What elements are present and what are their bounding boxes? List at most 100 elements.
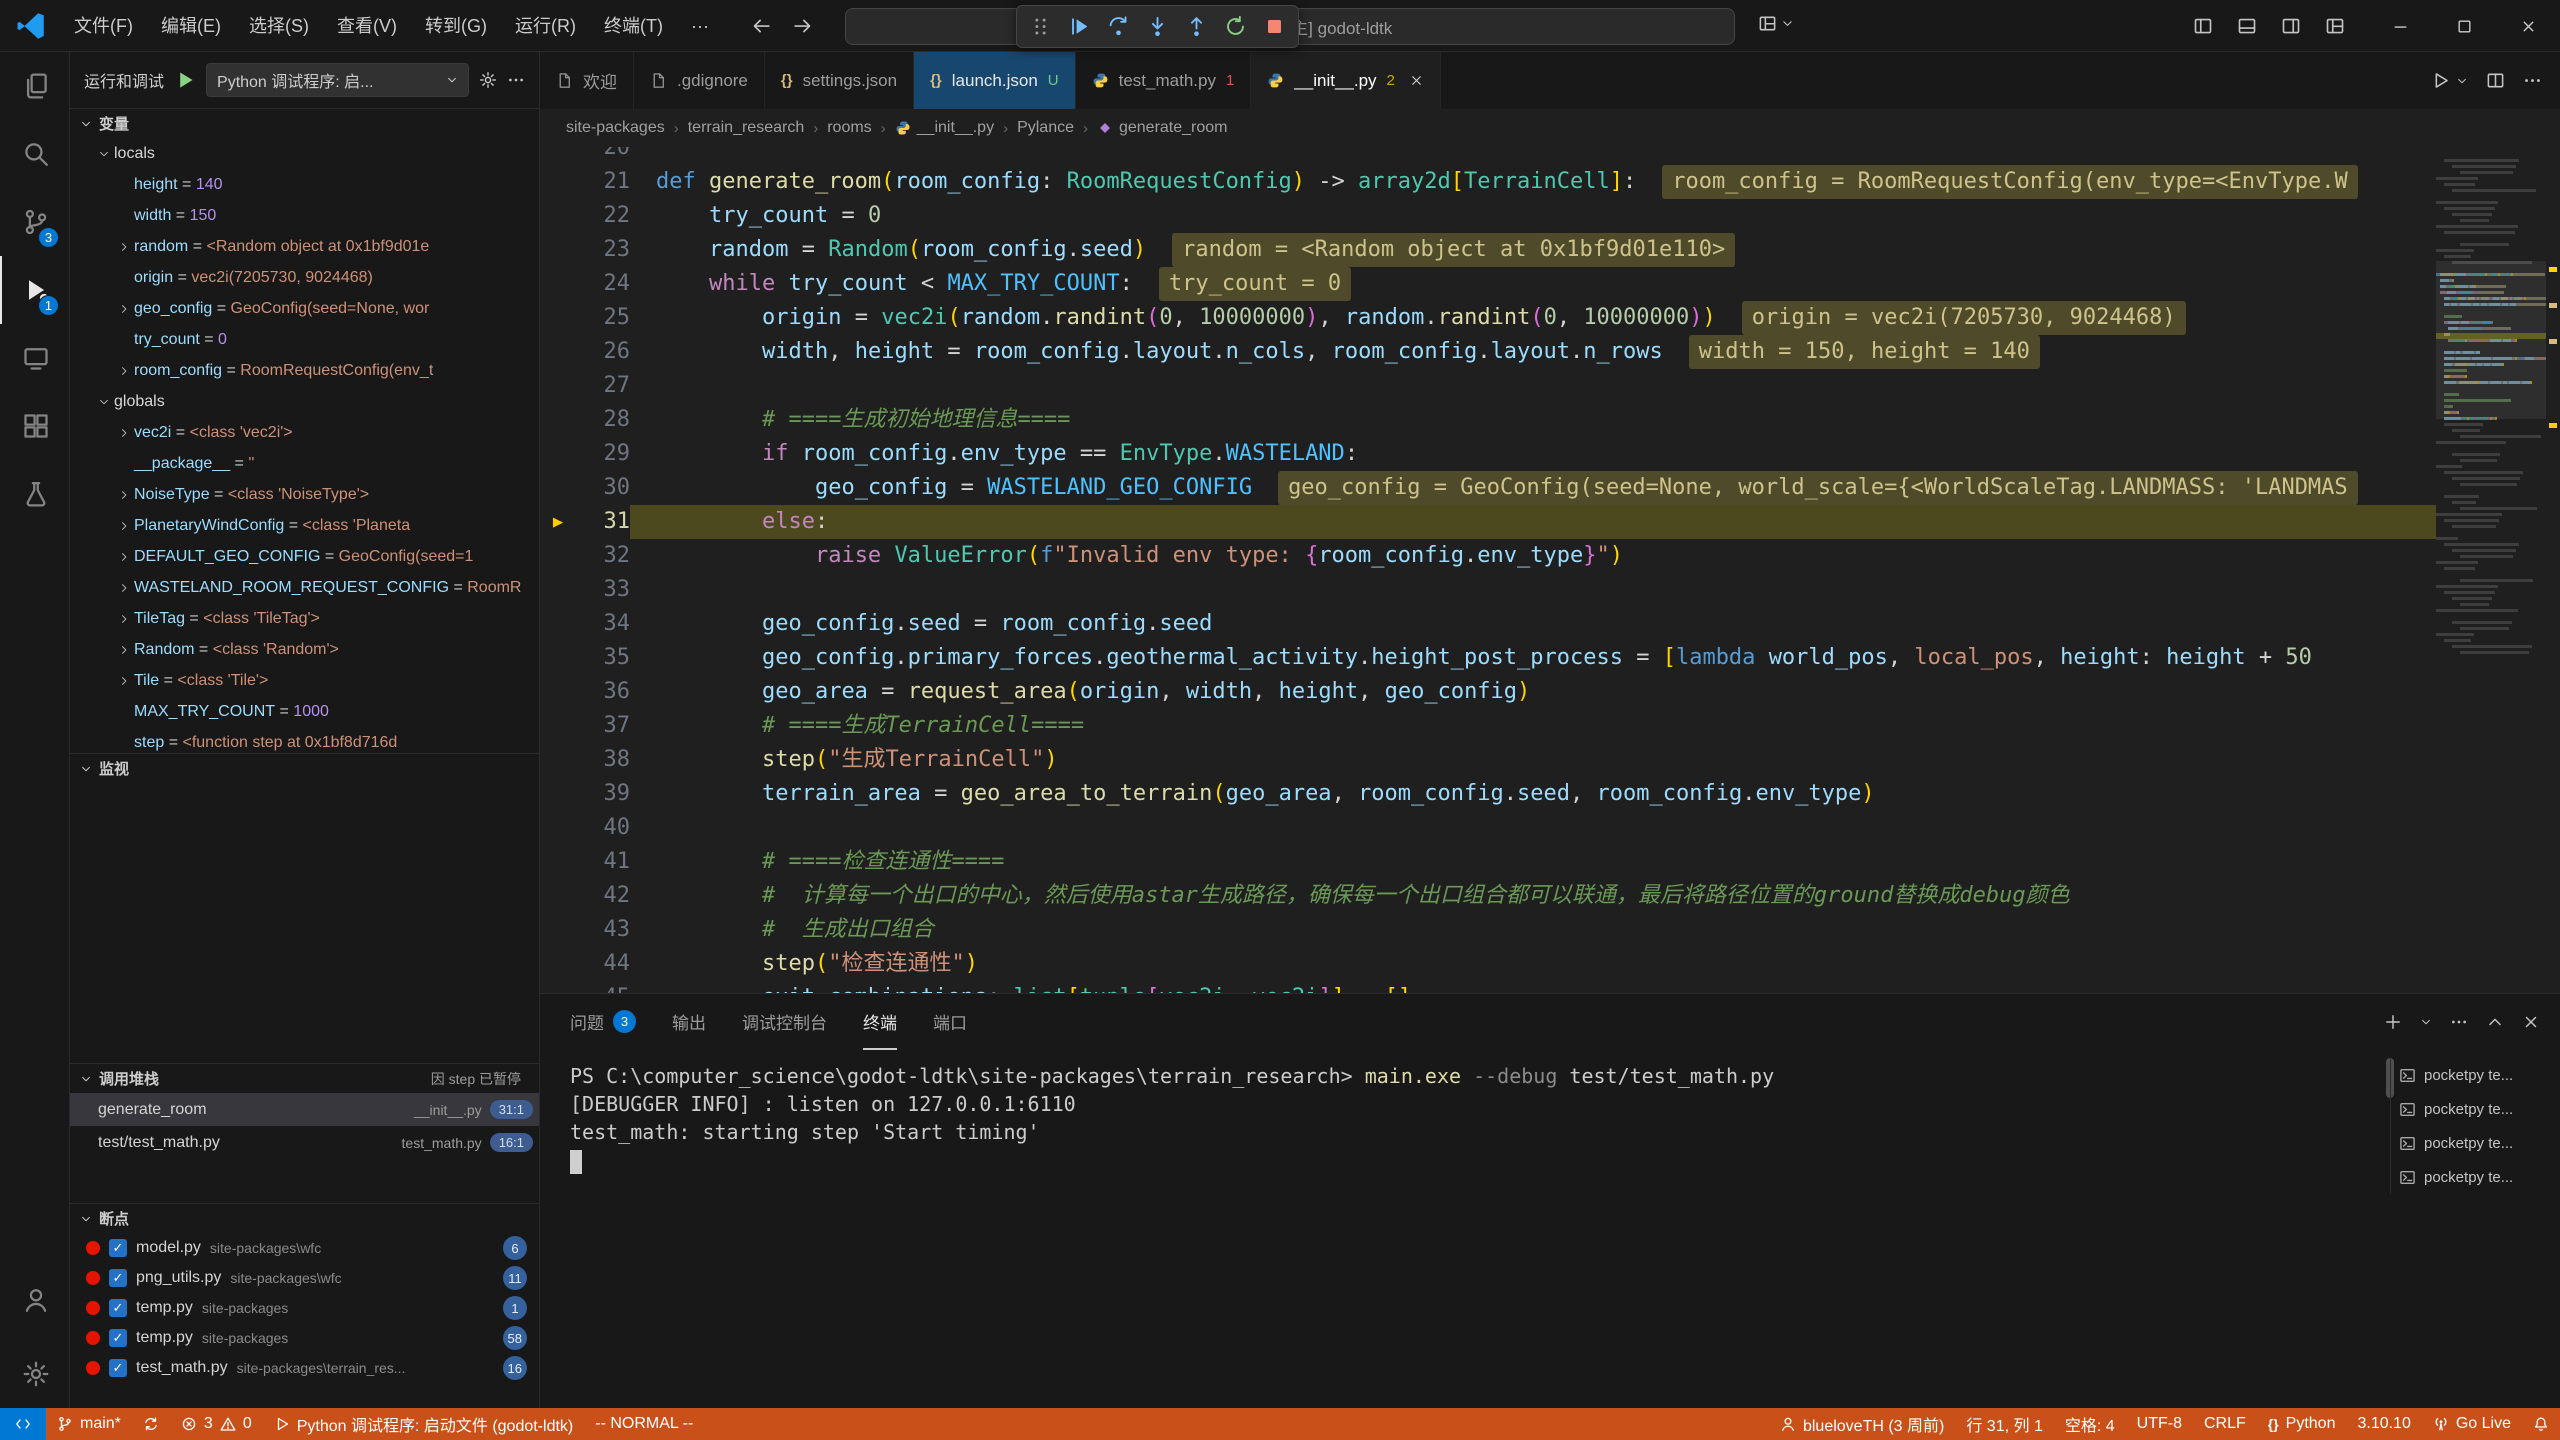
- code-line-37[interactable]: 37 # ====生成TerrainCell====: [540, 709, 2436, 743]
- run-dropdown-chevron[interactable]: [2456, 75, 2468, 87]
- breadcrumb-item[interactable]: terrain_research: [688, 119, 805, 137]
- activity-item-extensions[interactable]: [0, 392, 69, 460]
- new-terminal-button[interactable]: [2384, 1013, 2402, 1031]
- toggle-secondary-sidebar-button[interactable]: [2281, 16, 2301, 36]
- variables-section-header[interactable]: 变量: [70, 108, 539, 138]
- activity-item-source-control[interactable]: 3: [0, 188, 69, 256]
- breakpoint-checkbox[interactable]: ✓: [109, 1329, 127, 1347]
- menu-item-4[interactable]: 转到(G): [411, 0, 501, 52]
- code-line-33[interactable]: 33: [540, 573, 2436, 607]
- breakpoint-row[interactable]: ✓png_utils.pysite-packages\wfc11: [70, 1263, 539, 1293]
- restart-button[interactable]: [1224, 15, 1247, 38]
- variable-row[interactable]: PlanetaryWindConfig = <class 'Planeta: [70, 510, 539, 541]
- tab-test_math.py[interactable]: test_math.py1: [1076, 52, 1252, 109]
- status-problems[interactable]: 30: [170, 1408, 263, 1440]
- step-into-button[interactable]: [1146, 15, 1169, 38]
- code-line-24[interactable]: 24 while try_count < MAX_TRY_COUNT:try_c…: [540, 267, 2436, 301]
- drag-handle[interactable]: [1029, 15, 1052, 38]
- menu-item-0[interactable]: 文件(F): [60, 0, 147, 52]
- breadcrumb-item[interactable]: rooms: [827, 119, 871, 137]
- breadcrumb-item[interactable]: generate_room: [1097, 119, 1228, 137]
- terminal-tab[interactable]: pocketpy te...: [2399, 1126, 2554, 1160]
- menu-item-2[interactable]: 选择(S): [235, 0, 323, 52]
- menu-item-6[interactable]: 终端(T): [590, 0, 677, 52]
- variable-row[interactable]: origin = vec2i(7205730, 9024468): [70, 262, 539, 293]
- status-language-mode[interactable]: {}Python: [2257, 1408, 2347, 1440]
- status-git-branch[interactable]: main*: [46, 1408, 132, 1440]
- code-line-35[interactable]: 35 geo_config.primary_forces.geothermal_…: [540, 641, 2436, 675]
- status-go-live[interactable]: Go Live: [2422, 1408, 2522, 1440]
- callstack-frame[interactable]: test/test_math.pytest_math.py16:1: [70, 1126, 539, 1159]
- variable-row[interactable]: room_config = RoomRequestConfig(env_t: [70, 355, 539, 386]
- terminal-profile-chevron[interactable]: [2420, 1016, 2432, 1028]
- breakpoint-checkbox[interactable]: ✓: [109, 1269, 127, 1287]
- variables-scope-globals[interactable]: globals: [70, 386, 539, 417]
- code-line-38[interactable]: 38 step("生成TerrainCell"): [540, 743, 2436, 777]
- callstack-frame[interactable]: generate_room__init__.py31:1: [70, 1093, 539, 1126]
- activity-item-explorer[interactable]: [0, 52, 69, 120]
- debug-start-button[interactable]: [174, 69, 196, 91]
- variable-row[interactable]: step = <function step at 0x1bf8d716d: [70, 727, 539, 753]
- status-notifications[interactable]: [2522, 1408, 2560, 1440]
- customize-layout-button[interactable]: [2325, 16, 2345, 36]
- breakpoint-row[interactable]: ✓model.pysite-packages\wfc6: [70, 1233, 539, 1263]
- remote-indicator[interactable]: [0, 1408, 46, 1440]
- activity-item-accounts[interactable]: [0, 1266, 69, 1334]
- split-editor-button[interactable]: [2486, 71, 2505, 90]
- menu-item-3[interactable]: 查看(V): [323, 0, 411, 52]
- code-line-31[interactable]: ▶31 else:: [540, 505, 2436, 539]
- minimap[interactable]: [2436, 147, 2546, 993]
- variable-row[interactable]: TileTag = <class 'TileTag'>: [70, 603, 539, 634]
- breakpoint-checkbox[interactable]: ✓: [109, 1239, 127, 1257]
- code-line-25[interactable]: 25 origin = vec2i(random.randint(0, 1000…: [540, 301, 2436, 335]
- code-line-21[interactable]: 21def generate_room(room_config: RoomReq…: [540, 165, 2436, 199]
- panel-more-button[interactable]: [2450, 1013, 2468, 1031]
- terminal[interactable]: PS C:\computer_science\godot-ldtk\site-p…: [540, 1050, 2385, 1408]
- panel-tab-终端[interactable]: 终端: [863, 994, 897, 1050]
- maximize-panel-button[interactable]: [2486, 1013, 2504, 1031]
- toggle-primary-sidebar-button[interactable]: [2193, 16, 2213, 36]
- code-line-28[interactable]: 28 # ====生成初始地理信息====: [540, 403, 2436, 437]
- code-line-27[interactable]: 27: [540, 369, 2436, 403]
- panel-tab-调试控制台[interactable]: 调试控制台: [742, 994, 827, 1050]
- code-line-45[interactable]: 45 exit_combinations: list[tuple[vec2i, …: [540, 981, 2436, 993]
- terminal-tab[interactable]: pocketpy te...: [2399, 1058, 2554, 1092]
- terminal-tab[interactable]: pocketpy te...: [2399, 1092, 2554, 1126]
- panel-tab-问题[interactable]: 问题3: [570, 994, 636, 1050]
- code-line-39[interactable]: 39 terrain_area = geo_area_to_terrain(ge…: [540, 777, 2436, 811]
- tab-__init__.py[interactable]: __init__.py2: [1251, 52, 1441, 109]
- breakpoint-row[interactable]: ✓test_math.pysite-packages\terrain_res..…: [70, 1353, 539, 1383]
- tab-launch.json[interactable]: {}launch.jsonU: [914, 52, 1076, 109]
- breakpoint-checkbox[interactable]: ✓: [109, 1359, 127, 1377]
- minimize-button[interactable]: [2368, 0, 2432, 52]
- activity-item-search[interactable]: [0, 120, 69, 188]
- status-sync-status[interactable]: [132, 1408, 170, 1440]
- tab-settings.json[interactable]: {}settings.json: [765, 52, 914, 109]
- activity-item-testing[interactable]: [0, 460, 69, 528]
- variable-row[interactable]: DEFAULT_GEO_CONFIG = GeoConfig(seed=1: [70, 541, 539, 572]
- breadcrumb-item[interactable]: Pylance: [1017, 119, 1074, 137]
- close-panel-button[interactable]: [2522, 1013, 2540, 1031]
- code-line-26[interactable]: 26 width, height = room_config.layout.n_…: [540, 335, 2436, 369]
- variable-row[interactable]: WASTELAND_ROOM_REQUEST_CONFIG = RoomR: [70, 572, 539, 603]
- code-editor[interactable]: 2021def generate_room(room_config: RoomR…: [540, 147, 2560, 993]
- panel-tab-端口[interactable]: 端口: [933, 994, 967, 1050]
- step-over-button[interactable]: [1107, 15, 1130, 38]
- code-line-32[interactable]: 32 raise ValueError(f"Invalid env type: …: [540, 539, 2436, 573]
- continue-button[interactable]: [1068, 15, 1091, 38]
- status-debug-configuration[interactable]: Python 调试程序: 启动文件 (godot-ldtk): [263, 1408, 585, 1440]
- callstack-section-header[interactable]: 调用堆栈 因 step 已暂停: [70, 1063, 539, 1093]
- variable-row[interactable]: width = 150: [70, 200, 539, 231]
- variable-row[interactable]: height = 140: [70, 169, 539, 200]
- toggle-panel-button[interactable]: [2237, 16, 2257, 36]
- code-line-29[interactable]: 29 if room_config.env_type == EnvType.WA…: [540, 437, 2436, 471]
- code-line-34[interactable]: 34 geo_config.seed = room_config.seed: [540, 607, 2436, 641]
- tab-.gdignore[interactable]: .gdignore: [634, 52, 765, 109]
- nav-back-icon[interactable]: [752, 16, 772, 36]
- activity-item-remote-explorer[interactable]: [0, 324, 69, 392]
- variable-row[interactable]: vec2i = <class 'vec2i'>: [70, 417, 539, 448]
- status-encoding[interactable]: UTF-8: [2126, 1408, 2193, 1440]
- activity-item-manage[interactable]: [0, 1340, 69, 1408]
- activity-item-run-and-debug[interactable]: 1: [0, 256, 69, 324]
- debug-config-dropdown[interactable]: Python 调试程序: 启...: [206, 63, 469, 97]
